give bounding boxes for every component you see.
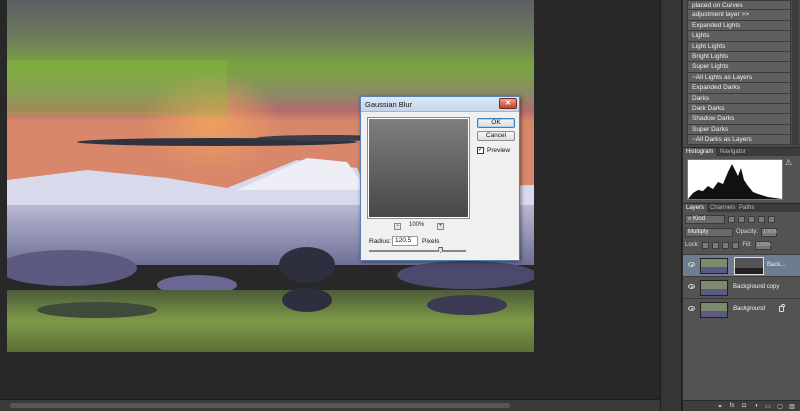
action-item[interactable]: Expanded Lights [687, 20, 791, 32]
action-item[interactable]: Super Lights [687, 62, 791, 73]
preview-image[interactable] [369, 119, 468, 217]
trash-icon[interactable]: ▥ [788, 403, 796, 410]
action-item[interactable]: Darks [687, 93, 791, 104]
filter-pixel-icon[interactable] [728, 215, 735, 223]
new-layer-icon[interactable]: ▢ [776, 403, 784, 410]
dialog-titlebar[interactable]: Gaussian Blur ✕ [361, 97, 519, 112]
zoom-level: 100% [409, 222, 425, 228]
filter-preview-box[interactable] [367, 117, 470, 219]
fill-input[interactable]: 100% [754, 240, 771, 250]
radius-input[interactable]: 120.5 [392, 236, 418, 246]
actions-list: placed on Curves adjustment layer >> Exp… [687, 0, 791, 146]
layer-thumbnail [700, 302, 728, 318]
gaussian-blur-dialog: Gaussian Blur ✕ − 100% + OK Cancel ✓ Pre… [360, 96, 520, 261]
layer-row[interactable]: Background copy [683, 276, 800, 298]
layers-footer: ⚭ fx ◘ ◑ ▭ ▢ ▥ [683, 400, 800, 411]
lock-row: Lock: Fill: 100% [685, 240, 771, 250]
dialog-title: Gaussian Blur [365, 100, 413, 109]
folder-icon[interactable]: ▭ [764, 403, 772, 410]
action-item[interactable]: ~All Lights as Layers [687, 72, 791, 84]
preview-checkbox[interactable]: ✓ [477, 147, 484, 154]
opacity-input[interactable]: 100% [761, 227, 777, 237]
layer-name[interactable]: Background [733, 306, 765, 312]
filter-kind-select[interactable]: ⌕ Kind [685, 214, 725, 224]
lock-label: Lock: [685, 242, 700, 248]
action-item[interactable]: Lights [687, 31, 791, 42]
filter-adjustment-icon[interactable] [738, 215, 745, 223]
lock-all-icon[interactable] [732, 241, 740, 249]
action-item[interactable]: Expanded Darks [687, 83, 791, 94]
eye-icon[interactable] [688, 284, 695, 289]
action-item[interactable]: adjustment layer >> [687, 10, 791, 21]
fx-icon[interactable]: fx [728, 403, 736, 409]
filter-smart-icon[interactable] [768, 215, 775, 223]
histogram-graph [687, 159, 783, 200]
radius-slider-thumb[interactable] [438, 247, 444, 253]
layer-name[interactable]: Back... [767, 262, 785, 268]
zoom-in-button[interactable]: + [437, 223, 444, 230]
histogram-tabs: Histogram Navigator [683, 147, 800, 157]
preview-label: Preview [487, 147, 511, 154]
adjustment-icon[interactable]: ◑ [752, 403, 760, 409]
action-item[interactable]: Shadow Darks [687, 114, 791, 125]
cancel-button[interactable]: Cancel [477, 131, 515, 141]
ok-button[interactable]: OK [477, 118, 515, 128]
layer-mask-thumbnail[interactable] [734, 257, 764, 275]
action-item[interactable]: ~All Darks as Layers [687, 135, 791, 146]
blend-row: Multiply Opacity: 100% [685, 227, 777, 237]
collapsed-panel-strip [660, 0, 682, 411]
warning-triangle-icon[interactable]: ⚠ [785, 158, 792, 167]
lock-icon[interactable] [779, 304, 785, 312]
action-item[interactable]: Dark Darks [687, 103, 791, 115]
histogram-panel: ⚠ [683, 156, 800, 202]
radius-unit: Pixels [422, 238, 440, 245]
layer-row[interactable]: Background [683, 298, 800, 320]
eye-icon[interactable] [688, 262, 695, 267]
layer-thumbnail [700, 280, 728, 296]
scrollbar-thumb[interactable] [10, 403, 510, 408]
layer-thumbnail [700, 258, 728, 274]
mask-icon[interactable]: ◘ [740, 403, 748, 409]
filter-type-icon[interactable] [748, 215, 755, 223]
layers-panel: ⌕ Kind Multiply Opacity: 100% Lock: Fill… [683, 212, 800, 400]
action-item[interactable]: Light Lights [687, 41, 791, 52]
action-item[interactable]: Bright Lights [687, 51, 791, 63]
fill-label: Fill: [742, 242, 752, 248]
radius-slider-track[interactable] [369, 250, 466, 252]
lock-position-icon[interactable] [722, 241, 730, 249]
close-icon[interactable]: ✕ [499, 98, 517, 109]
eye-icon[interactable] [688, 306, 695, 311]
opacity-label: Opacity: [736, 229, 759, 235]
layer-filter-row: ⌕ Kind [685, 214, 775, 224]
lock-image-icon[interactable] [712, 241, 720, 249]
layer-row-selected[interactable]: Back... [683, 254, 800, 276]
lock-transparent-icon[interactable] [702, 241, 710, 249]
actions-scrollbar[interactable] [792, 0, 799, 146]
horizontal-scrollbar[interactable] [0, 399, 660, 411]
zoom-out-button[interactable]: − [394, 223, 401, 230]
radius-label: Radius: [369, 238, 392, 245]
action-item[interactable]: placed on Curves [687, 0, 791, 11]
layers-tabs: Layers Channels Paths [683, 203, 800, 213]
filter-shape-icon[interactable] [758, 215, 765, 223]
link-icon[interactable]: ⚭ [716, 403, 724, 410]
filter-kind-label: Kind [693, 215, 706, 222]
right-panels: placed on Curves adjustment layer >> Exp… [683, 0, 800, 411]
document-workspace[interactable] [0, 0, 660, 411]
blend-mode-select[interactable]: Multiply [685, 227, 733, 237]
action-item[interactable]: Super Darks [687, 124, 791, 136]
layer-name[interactable]: Background copy [733, 284, 779, 290]
